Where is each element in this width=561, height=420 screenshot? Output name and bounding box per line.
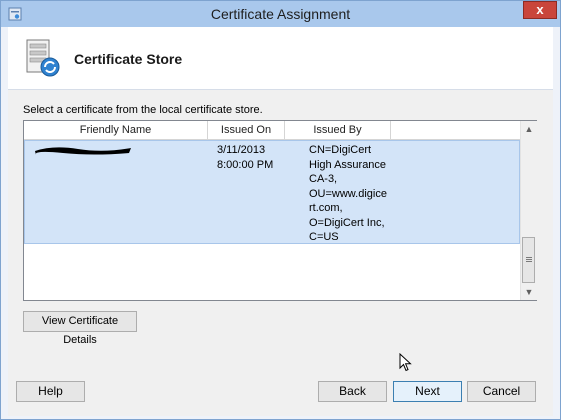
cancel-button[interactable]: Cancel xyxy=(467,381,536,402)
issued-by-line: CN=DigiCert xyxy=(309,144,372,156)
issued-by-cell: CN=DigiCert High Assurance CA-3, OU=www.… xyxy=(309,143,387,245)
issued-by-line: rt.com, xyxy=(309,202,343,214)
table-row[interactable]: 3/11/2013 8:00:00 PM CN=DigiCert High As… xyxy=(24,140,520,244)
column-friendly-name[interactable]: Friendly Name xyxy=(24,121,208,139)
help-button[interactable]: Help xyxy=(16,381,85,402)
certificate-list[interactable]: Friendly Name Issued On Issued By 3/11/2… xyxy=(23,120,537,301)
grip-line xyxy=(526,257,532,258)
issued-on-cell: 3/11/2013 8:00:00 PM xyxy=(217,143,273,172)
scroll-up-icon[interactable]: ▲ xyxy=(521,121,537,137)
issued-by-line: High Assurance xyxy=(309,158,387,171)
issued-by-line: C=US xyxy=(309,231,339,243)
column-issued-by[interactable]: Issued By xyxy=(285,121,391,139)
issued-on-time: 8:00:00 PM xyxy=(217,158,274,171)
instruction-text: Select a certificate from the local cert… xyxy=(23,104,263,116)
list-header: Friendly Name Issued On Issued By xyxy=(24,121,520,140)
mouse-pointer-icon xyxy=(399,353,412,372)
wizard-header: Certificate Store xyxy=(8,27,553,90)
vertical-scrollbar[interactable]: ▲ ▼ xyxy=(520,121,537,300)
issued-by-line: OU=www.digice xyxy=(309,187,387,200)
certificate-store-icon xyxy=(26,39,60,77)
window-title: Certificate Assignment xyxy=(210,6,351,22)
page-title: Certificate Store xyxy=(74,51,183,67)
grip-line xyxy=(526,259,532,260)
close-button[interactable]: x xyxy=(523,1,557,19)
issued-by-line: CA-3, xyxy=(309,173,338,185)
title-bar[interactable]: Certificate Assignment x xyxy=(1,1,560,27)
scroll-thumb[interactable] xyxy=(522,237,535,283)
issued-on-date: 3/11/2013 xyxy=(217,144,266,156)
scroll-down-icon[interactable]: ▼ xyxy=(521,284,537,300)
issued-by-line: O=DigiCert Inc, xyxy=(309,216,385,229)
grip-line xyxy=(526,261,532,262)
redacted-friendly-name xyxy=(35,147,131,155)
next-button[interactable]: Next xyxy=(393,381,462,402)
view-certificate-details-button[interactable]: View Certificate Details xyxy=(23,311,137,346)
back-button[interactable]: Back xyxy=(318,381,387,402)
column-issued-on[interactable]: Issued On xyxy=(208,121,285,139)
